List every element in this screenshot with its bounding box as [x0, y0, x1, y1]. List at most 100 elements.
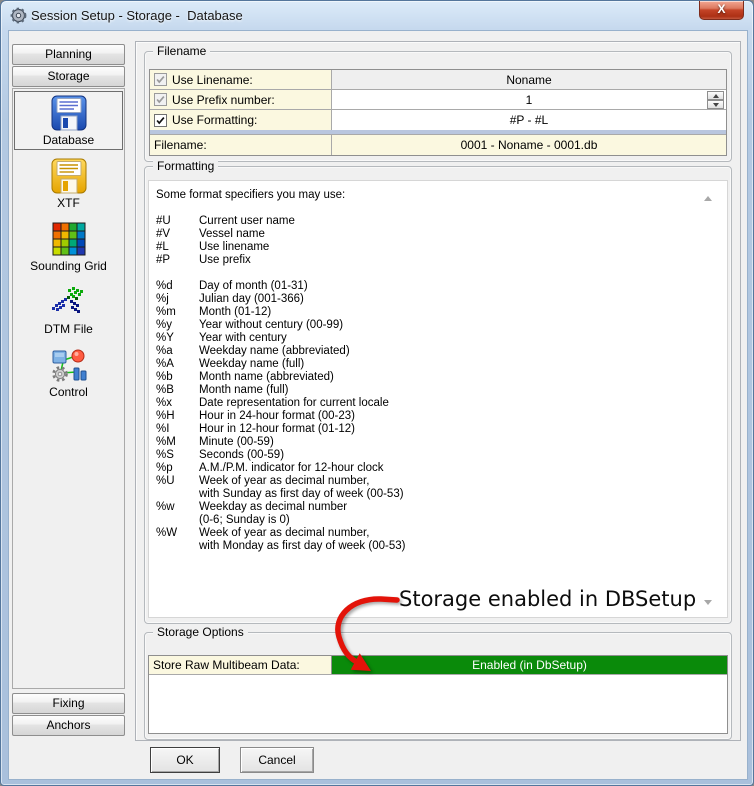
specifier-code: %p: [156, 462, 173, 474]
format-specifier-row: %b Month name (abbreviated): [156, 371, 727, 384]
specifier-description: Current user name: [199, 215, 295, 227]
sidebar-item-label: Control: [49, 385, 88, 399]
format-specifier-row: (0-6; Sunday is 0): [156, 514, 727, 527]
specifier-code: %x: [156, 397, 172, 409]
option-label-cell: Use Linename:: [150, 70, 332, 89]
sidebar-button-anchors[interactable]: Anchors: [12, 715, 125, 736]
specifier-code: #P: [156, 254, 171, 266]
specifier-description: Day of month (01-31): [199, 280, 308, 292]
option-label: Use Formatting:: [172, 113, 258, 127]
sidebar-button-storage[interactable]: Storage: [12, 66, 125, 87]
sidebar-item-label: Database: [42, 133, 95, 147]
format-specifier-row: %m Month (01-12): [156, 306, 727, 319]
specifier-description: A.M./P.M. indicator for 12-hour clock: [199, 462, 384, 474]
sidebar-item-control[interactable]: Control: [14, 343, 123, 402]
specifier-description: with Monday as first day of week (00-53): [199, 540, 406, 552]
specifier-code: %B: [156, 384, 174, 396]
xtf-floppy-icon: [51, 158, 86, 194]
scroll-up-icon[interactable]: [704, 196, 712, 201]
spin-up-icon[interactable]: [707, 91, 724, 100]
filename-option-row: Use Linename: Noname: [150, 70, 726, 90]
specifier-description: Year with century: [199, 332, 287, 344]
specifier-description: Use linename: [199, 241, 270, 253]
specifier-code: %j: [156, 293, 169, 305]
checkbox-checked-icon[interactable]: [154, 93, 167, 106]
close-button[interactable]: X: [699, 1, 744, 20]
close-icon: X: [717, 2, 726, 16]
checkbox-checked-icon[interactable]: [154, 113, 167, 127]
format-specifier-row: %S Seconds (00-59): [156, 449, 727, 462]
sidebar-button-fixing[interactable]: Fixing: [12, 693, 125, 714]
option-value-field[interactable]: #P - #L: [332, 110, 726, 130]
sounding-grid-icon: [52, 222, 85, 256]
filename-result-row: Filename: 0001 - Noname - 0001.db: [150, 135, 726, 155]
format-specifier-row: %a Weekday name (abbreviated): [156, 345, 727, 358]
scroll-down-icon[interactable]: [704, 600, 712, 605]
specifier-description: Minute (00-59): [199, 436, 274, 448]
sidebar-item-database[interactable]: Database: [14, 91, 123, 150]
titlebar[interactable]: Session Setup - Storage - Database X: [1, 1, 753, 30]
option-value: #P - #L: [509, 113, 549, 127]
specifier-description: Julian day (001-366): [199, 293, 304, 305]
sidebar-item-dtm-file[interactable]: DTM File: [14, 280, 123, 339]
option-value-field[interactable]: Noname: [332, 70, 726, 89]
specifier-code: %d: [156, 280, 173, 292]
sidebar-icon-list: Database XTF Sounding Grid DTM File Cont…: [12, 88, 125, 689]
specifier-description: Month name (abbreviated): [199, 371, 334, 383]
specifier-description: Hour in 24-hour format (00-23): [199, 410, 355, 422]
option-label-cell: Use Formatting:: [150, 110, 332, 130]
specifier-code: %y: [156, 319, 172, 331]
specifier-description: with Sunday as first day of week (00-53): [199, 488, 404, 500]
formatting-specifier-list: #U Current user name #V Vessel name #L Use li…: [156, 215, 727, 553]
specifier-code: %m: [156, 306, 176, 318]
control-icon: [51, 349, 86, 382]
specifier-description: Date representation for current locale: [199, 397, 389, 409]
specifier-code: %M: [156, 436, 176, 448]
format-specifier-row: %H Hour in 24-hour format (00-23): [156, 410, 727, 423]
prefix-number-spinner: [707, 91, 724, 109]
format-specifier-row: %w Weekday as decimal number: [156, 501, 727, 514]
specifier-description: Seconds (00-59): [199, 449, 285, 461]
sidebar-item-label: DTM File: [44, 322, 93, 336]
filename-option-row: Use Prefix number: 1: [150, 90, 726, 110]
ok-button[interactable]: OK: [150, 747, 220, 773]
specifier-code: #U: [156, 215, 171, 227]
format-specifier-row: %x Date representation for current locale: [156, 397, 727, 410]
format-specifier-row: with Sunday as first day of week (00-53): [156, 488, 727, 501]
dtm-file-icon: [51, 287, 83, 313]
format-specifier-row: %d Day of month (01-31): [156, 280, 727, 293]
specifier-code: %a: [156, 345, 173, 357]
format-specifier-row: %j Julian day (001-366): [156, 293, 727, 306]
specifier-code: [156, 514, 199, 527]
option-value-field[interactable]: 1: [332, 90, 726, 109]
checkbox-checked-icon[interactable]: [154, 73, 167, 86]
storage-options-title: Storage Options: [153, 625, 248, 639]
spin-down-icon[interactable]: [707, 100, 724, 109]
sidebar-item-xtf[interactable]: XTF: [14, 154, 123, 213]
dialog-client-area: Planning Storage Database XTF Sounding G…: [8, 30, 748, 780]
sidebar-item-label: XTF: [57, 196, 80, 210]
format-specifier-row: %A Weekday name (full): [156, 358, 727, 371]
filename-result-label: Filename:: [150, 135, 332, 155]
specifier-description: Vessel name: [199, 228, 265, 240]
session-setup-dialog: Session Setup - Storage - Database X Pla…: [0, 0, 754, 786]
specifier-code: #V: [156, 228, 171, 240]
format-specifier-row: #U Current user name: [156, 215, 727, 228]
cancel-button[interactable]: Cancel: [240, 747, 314, 773]
filename-group-title: Filename: [153, 44, 211, 58]
option-value: 1: [525, 92, 533, 107]
format-specifier-row: %U Week of year as decimal number,: [156, 475, 727, 488]
specifier-description: Weekday as decimal number: [199, 501, 348, 513]
option-label: Use Prefix number:: [172, 92, 275, 107]
specifier-description: Hour in 12-hour format (01-12): [199, 423, 355, 435]
sidebar-button-planning[interactable]: Planning: [12, 44, 125, 65]
database-floppy-icon: [51, 95, 86, 131]
store-raw-multibeam-label: Store Raw Multibeam Data:: [149, 656, 332, 674]
option-value: Noname: [506, 72, 552, 87]
specifier-description: Week of year as decimal number,: [199, 475, 370, 487]
specifier-code: %S: [156, 449, 174, 461]
sidebar-item-sounding-grid[interactable]: Sounding Grid: [14, 217, 123, 276]
specifier-description: Use prefix: [199, 254, 251, 266]
formatting-group: Formatting Some format specifiers you ma…: [144, 159, 732, 624]
